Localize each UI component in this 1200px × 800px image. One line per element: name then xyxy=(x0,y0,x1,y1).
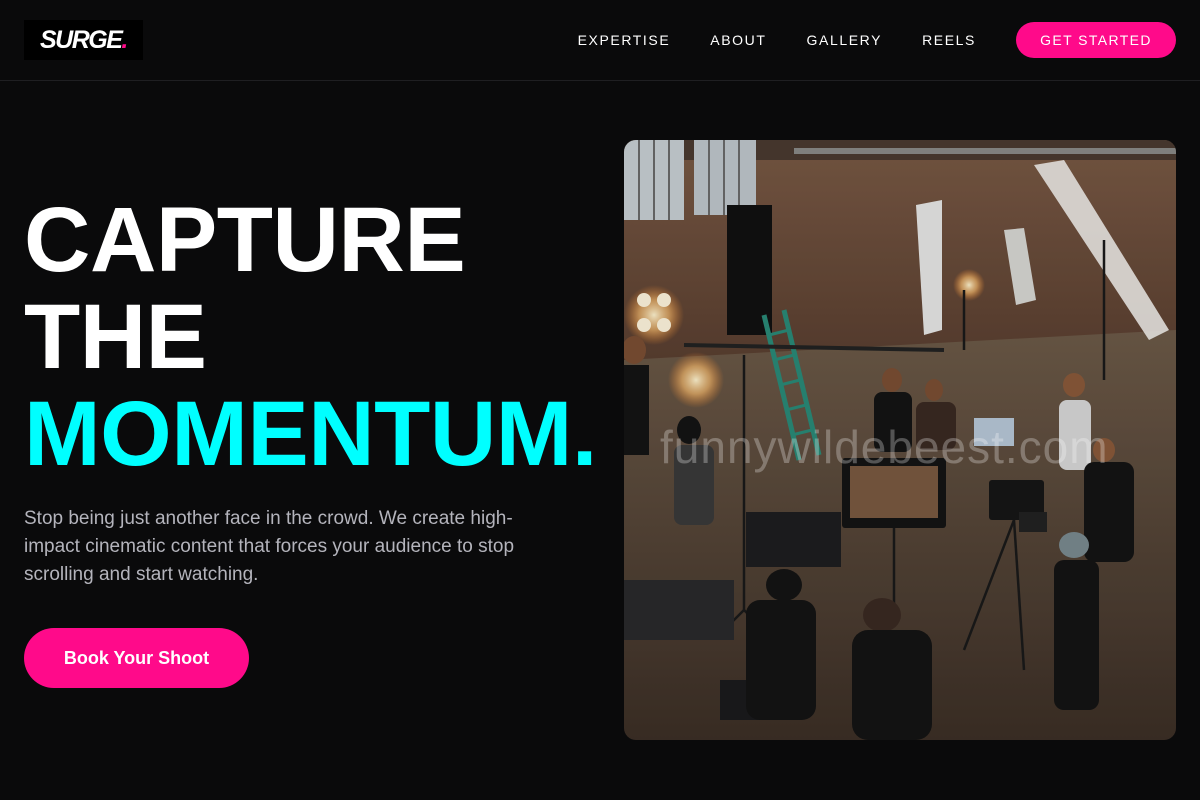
nav-link-gallery[interactable]: GALLERY xyxy=(807,32,883,48)
main-nav: EXPERTISE ABOUT GALLERY REELS GET STARTE… xyxy=(578,22,1176,58)
hero-heading-line-1: CAPTURE xyxy=(24,189,466,291)
get-started-button[interactable]: GET STARTED xyxy=(1016,22,1176,58)
site-header: SURGE. EXPERTISE ABOUT GALLERY REELS GET… xyxy=(0,0,1200,81)
film-set-photo xyxy=(624,140,1176,740)
nav-link-reels[interactable]: REELS xyxy=(922,32,976,48)
hero-heading-line-3: MOMENTUM. xyxy=(24,383,597,485)
hero-heading-line-2: THE xyxy=(24,286,207,388)
logo[interactable]: SURGE. xyxy=(24,20,143,60)
logo-text: SURGE xyxy=(40,25,123,54)
page: SURGE. EXPERTISE ABOUT GALLERY REELS GET… xyxy=(0,0,1200,800)
nav-link-about[interactable]: ABOUT xyxy=(710,32,766,48)
book-shoot-button[interactable]: Book Your Shoot xyxy=(24,628,249,688)
logo-dot: . xyxy=(121,25,128,54)
hero-heading: CAPTURE THE MOMENTUM. xyxy=(24,192,597,483)
nav-link-expertise[interactable]: EXPERTISE xyxy=(578,32,671,48)
hero-subtext: Stop being just another face in the crow… xyxy=(24,508,515,585)
